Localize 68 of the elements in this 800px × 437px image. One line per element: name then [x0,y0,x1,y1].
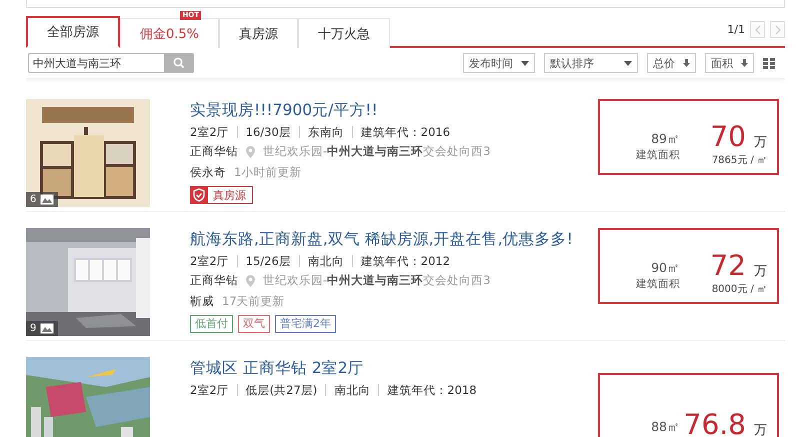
floor-area: 88㎡ [651,419,680,436]
tab[interactable]: 真房源 [219,18,298,48]
shield-icon [190,186,208,204]
listing-detail: 南北向 [298,255,352,267]
estate-name[interactable]: 正商华钻 [190,273,238,288]
agent-name: 靳威 [190,294,214,309]
price-unit: 万 [754,422,767,437]
listing-detail: 2室2厅 [190,255,230,267]
sort-dropdown[interactable]: 默认排序 [544,53,638,73]
listing-detail: 建筑年代：2016 [352,126,458,138]
next-page-button[interactable] [770,21,785,38]
feature-tag: 普宅满2年 [275,315,336,333]
image-icon [40,194,54,205]
area-label: 建筑面积 [636,148,680,162]
update-time: 17天前更新 [222,294,285,309]
listing-detail: 南北向 [325,384,378,396]
down-arrow-icon [741,59,748,67]
listing-title[interactable]: 航海东路,正商新盘,双气 稀缺房源,开盘在售,优惠多多! [190,229,598,249]
feature-tag: 双气 [238,315,270,333]
previous-page-button[interactable] [750,21,765,38]
location-pin-icon [246,146,255,158]
estate-name[interactable]: 正商华钻 [190,144,238,159]
photo-count[interactable]: 9 [26,321,58,336]
unit-price: 8000元 / ㎡ [712,283,767,296]
listing-title[interactable]: 实景现房!!!7900元/平方!! [190,100,598,120]
total-price: 70 [710,121,746,153]
tab[interactable]: 十万火急 [298,18,390,48]
unit-price: 7865元 / ㎡ [712,154,767,167]
listing-detail: 东南向 [298,126,352,138]
caret-icon [521,60,529,66]
tab[interactable]: 佣金0.5% [120,18,220,48]
price-unit: 万 [754,263,767,280]
search-button[interactable] [164,53,194,73]
verified-tag: 真房源 [190,186,253,204]
location-text: 世纪欢乐园-中州大道与南三环交会处向西3 [263,273,490,288]
total-price: 76.8 [684,409,746,437]
search-field[interactable]: 中州大道与南三环 [28,53,164,73]
image-icon [40,323,54,334]
update-time: 1小时前更新 [234,165,302,180]
page-indicator: 1/1 [727,23,745,36]
floor-area: 89㎡ [651,131,680,148]
listing-title[interactable]: 管城区 正商华钻 2室2厅 [190,358,598,378]
tab[interactable]: 全部房源 [26,16,120,48]
listing-detail: 低层(共27层) [236,384,326,396]
listing-detail: 建筑年代：2018 [378,384,485,396]
grid-view-icon[interactable] [763,58,775,68]
caret-icon [624,60,632,66]
listing-detail: 16/30层 [236,126,299,138]
photo-count[interactable]: 6 [26,192,58,207]
listing-detail: 2室2厅 [190,126,230,138]
chevron-left-icon [754,24,762,34]
listing-detail: 建筑年代：2012 [352,255,458,267]
listing-detail: 15/26层 [236,255,299,267]
location-pin-icon [246,274,255,286]
sort-button[interactable]: 面积 [705,53,754,73]
area-label: 建筑面积 [636,277,680,291]
floor-area: 90㎡ [651,260,680,277]
sort-button[interactable]: 总价 [647,53,696,73]
price-unit: 万 [754,134,767,151]
feature-tag: 低首付 [190,315,233,333]
location-text: 世纪欢乐园-中州大道与南三环交会处向西3 [263,144,490,159]
search-icon [173,57,185,69]
listing-detail: 2室2厅 [190,384,230,396]
total-price: 72 [710,250,746,282]
agent-name: 侯永奇 [190,165,226,180]
sort-dropdown[interactable]: 发布时间 [463,53,535,73]
down-arrow-icon [683,59,690,67]
chevron-right-icon [774,24,782,34]
